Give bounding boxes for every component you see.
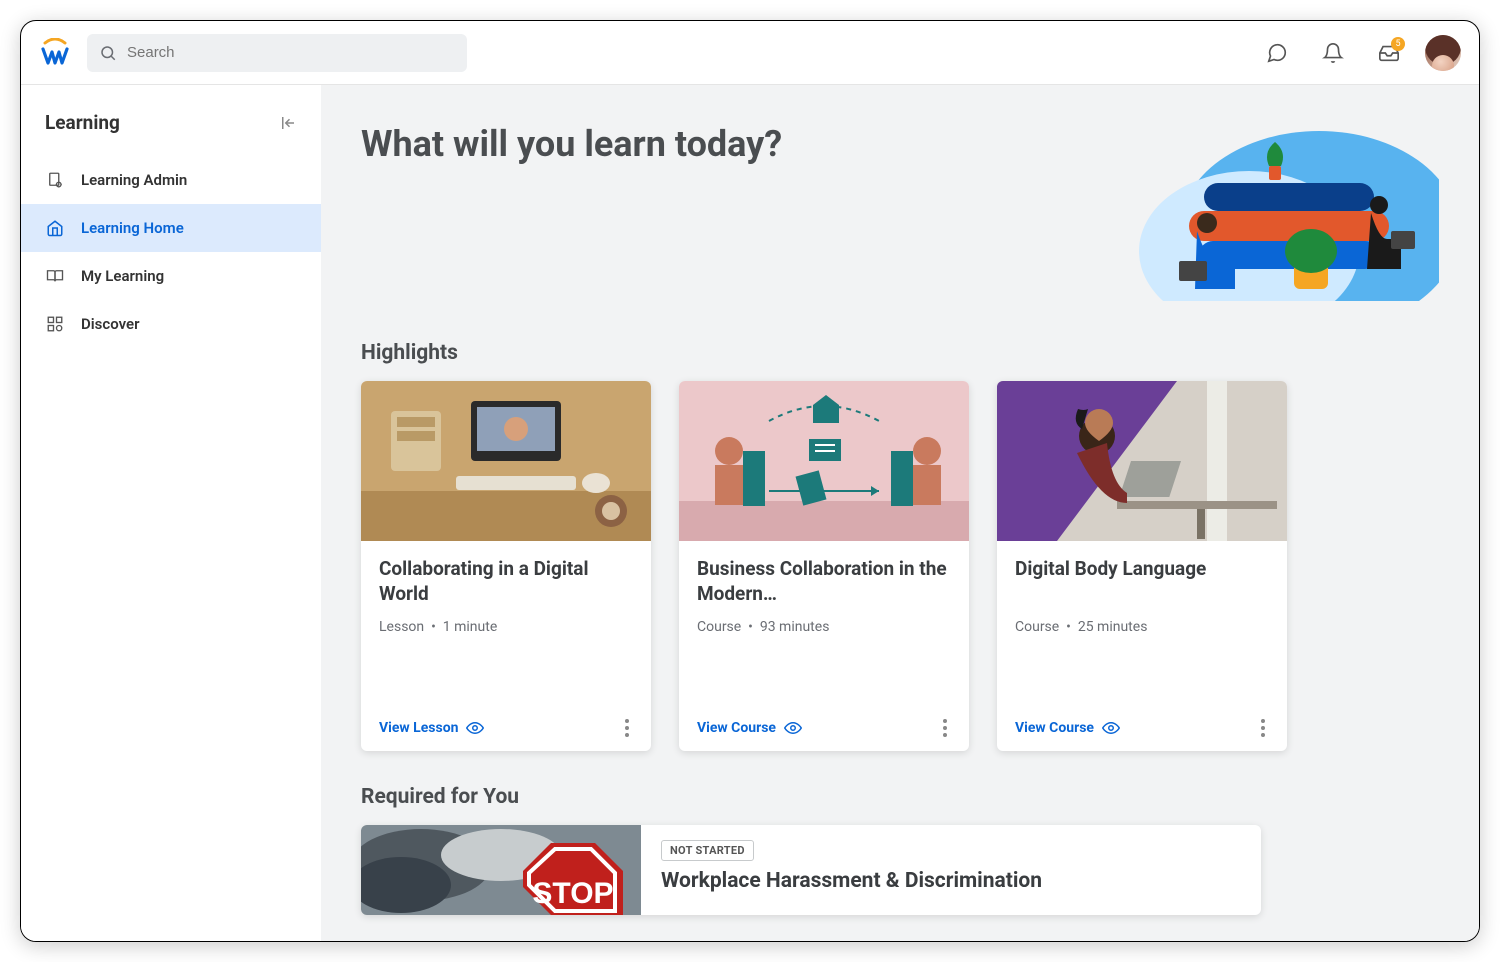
collapse-sidebar-icon[interactable]	[279, 114, 297, 132]
card-meta: Course • 93 minutes	[697, 619, 951, 635]
search-input[interactable]	[127, 44, 455, 61]
sidebar-item-discover[interactable]: Discover	[21, 300, 321, 348]
card-title: Collaborating in a Digital World	[379, 557, 633, 607]
sidebar-title: Learning	[45, 111, 120, 134]
card-meta: Lesson • 1 minute	[379, 619, 633, 635]
sidebar-item-learning-admin[interactable]: Learning Admin	[21, 156, 321, 204]
notifications-icon[interactable]	[1313, 33, 1353, 73]
view-course-link[interactable]: View Course	[697, 719, 802, 737]
card-more-menu[interactable]	[621, 715, 633, 741]
inbox-icon[interactable]: 5	[1369, 33, 1409, 73]
view-lesson-link[interactable]: View Lesson	[379, 719, 484, 737]
page-title: What will you learn today?	[361, 123, 782, 165]
hero-illustration	[1119, 111, 1439, 301]
inbox-badge: 5	[1391, 37, 1405, 51]
clipboard-gear-icon	[45, 170, 65, 190]
book-open-icon	[45, 266, 65, 286]
card-title: Digital Body Language	[1015, 557, 1269, 607]
eye-icon	[784, 719, 802, 737]
home-icon	[45, 218, 65, 238]
sidebar-item-label: Discover	[81, 315, 139, 333]
workday-logo[interactable]	[39, 37, 71, 69]
card-meta: Course • 25 minutes	[1015, 619, 1269, 635]
search-icon	[99, 44, 117, 62]
sidebar-item-learning-home[interactable]: Learning Home	[21, 204, 321, 252]
sidebar-item-my-learning[interactable]: My Learning	[21, 252, 321, 300]
highlight-card[interactable]: Business Collaboration in the Modern… Co…	[679, 381, 969, 751]
highlights-cards: Collaborating in a Digital World Lesson …	[361, 381, 1439, 751]
sidebar-item-label: My Learning	[81, 267, 164, 285]
chat-icon[interactable]	[1257, 33, 1297, 73]
main-content: What will you learn today?	[321, 85, 1479, 941]
card-thumbnail	[361, 381, 651, 541]
sidebar-item-label: Learning Home	[81, 219, 184, 237]
svg-text:STOP: STOP	[532, 877, 613, 910]
card-thumbnail	[997, 381, 1287, 541]
sidebar: Learning Learning Admin Learning Home	[21, 85, 321, 941]
eye-icon	[1102, 719, 1120, 737]
view-course-link[interactable]: View Course	[1015, 719, 1120, 737]
search-input-container[interactable]	[87, 34, 467, 72]
status-badge: NOT STARTED	[661, 840, 754, 861]
topbar: 5	[21, 21, 1479, 85]
sidebar-item-label: Learning Admin	[81, 171, 187, 189]
required-course-title: Workplace Harassment & Discrimination	[661, 869, 1042, 893]
required-heading: Required for You	[361, 785, 1439, 809]
eye-icon	[466, 719, 484, 737]
avatar[interactable]	[1425, 35, 1461, 71]
card-more-menu[interactable]	[939, 715, 951, 741]
grid-plus-icon	[45, 314, 65, 334]
card-more-menu[interactable]	[1257, 715, 1269, 741]
highlights-heading: Highlights	[361, 341, 1439, 365]
highlight-card[interactable]: Digital Body Language Course • 25 minute…	[997, 381, 1287, 751]
highlight-card[interactable]: Collaborating in a Digital World Lesson …	[361, 381, 651, 751]
required-thumbnail: STOP	[361, 825, 641, 915]
card-title: Business Collaboration in the Modern…	[697, 557, 951, 607]
card-thumbnail	[679, 381, 969, 541]
required-card[interactable]: STOP NOT STARTED Workplace Harassment & …	[361, 825, 1261, 915]
